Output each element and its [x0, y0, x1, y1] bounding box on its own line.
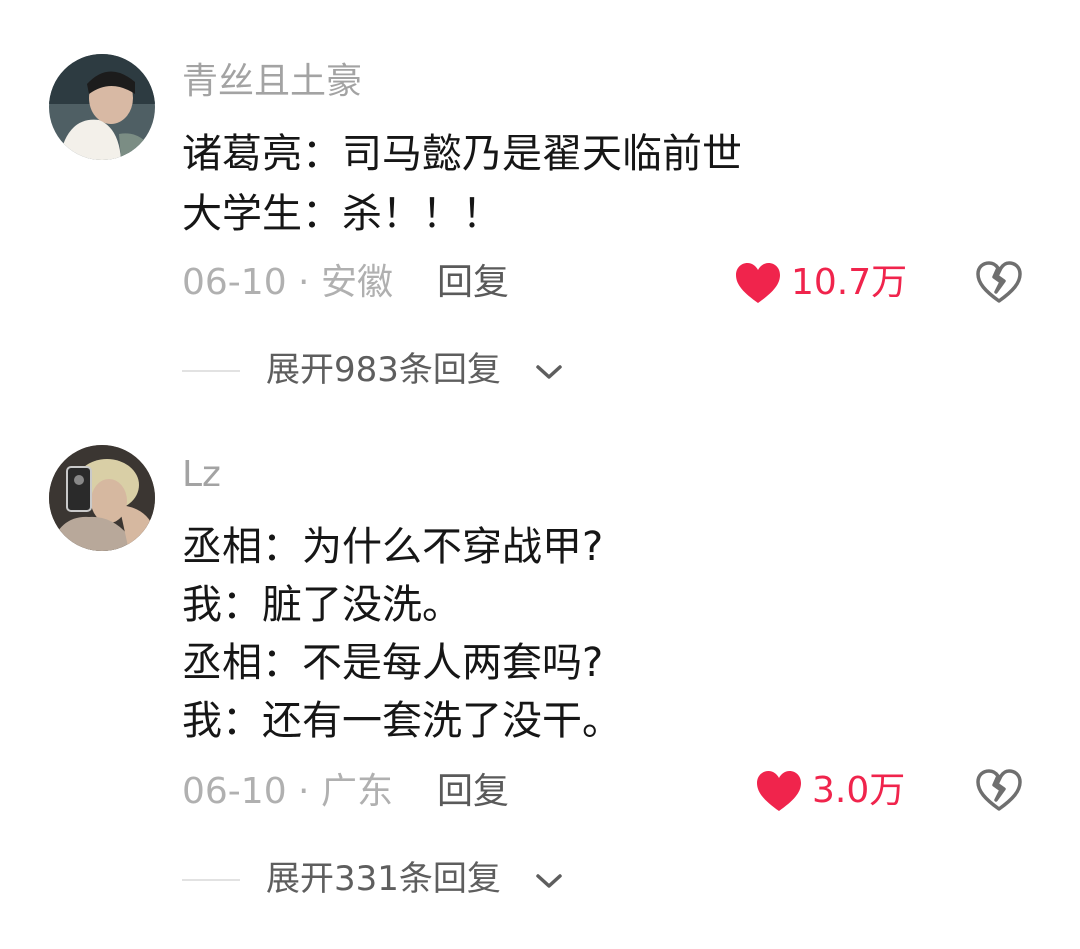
broken-heart-icon: [976, 769, 1022, 811]
comment-item: Lz 丞相：为什么不穿战甲? 我：脏了没洗。 丞相：不是每人两套吗? 我：还有一…: [0, 0, 1080, 949]
date-location: 06-10 · 广东: [182, 771, 393, 812]
expand-replies-button[interactable]: 展开331条回复: [266, 862, 501, 896]
dislike-button[interactable]: [975, 768, 1023, 812]
comment-text-line: 丞相：不是每人两套吗?: [182, 640, 604, 686]
reply-button[interactable]: 回复: [437, 774, 509, 810]
chevron-down-icon: [534, 871, 564, 891]
username[interactable]: Lz: [182, 457, 221, 493]
heart-icon: [757, 771, 801, 811]
like-count: 3.0万: [812, 770, 906, 811]
comment-text-line: 丞相：为什么不穿战甲?: [182, 524, 604, 570]
divider: [182, 879, 240, 881]
avatar[interactable]: [49, 445, 155, 551]
comment-text-line: 我：还有一套洗了没干。: [182, 698, 622, 744]
like-button[interactable]: 3.0万: [756, 767, 905, 815]
comment-text-line: 我：脏了没洗。: [182, 582, 462, 628]
